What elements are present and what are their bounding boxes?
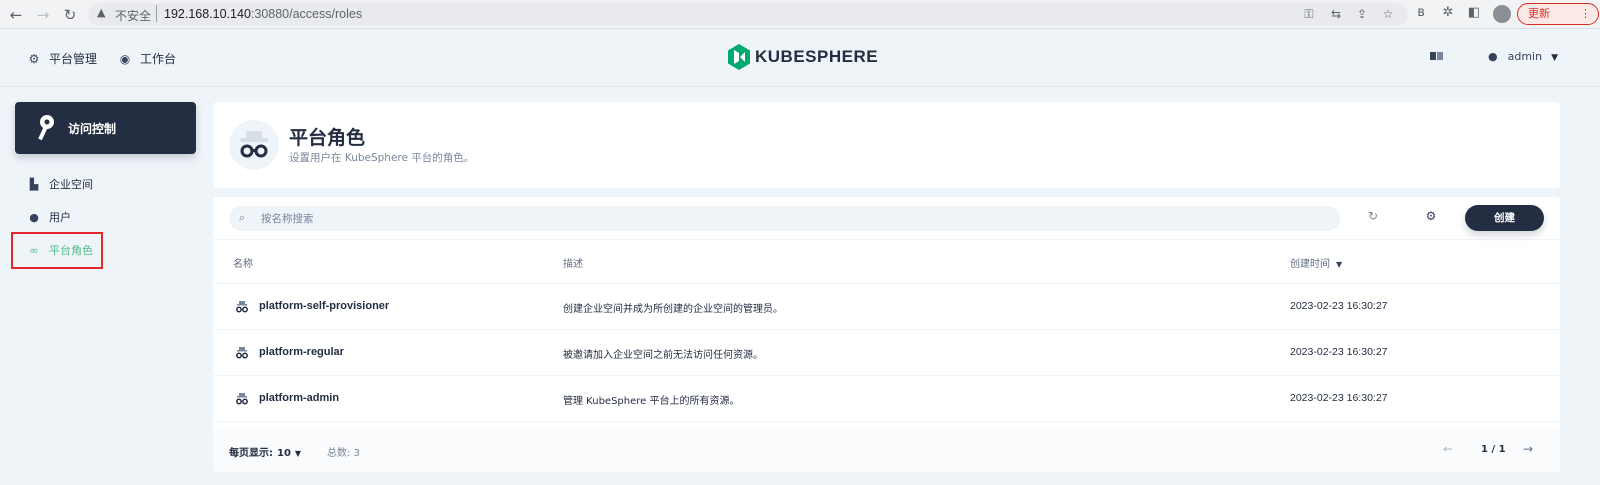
- kubesphere-logo-icon: [728, 44, 750, 70]
- total-count: 总数: 3: [327, 448, 360, 459]
- sidebar-title: 访问控制: [68, 122, 117, 136]
- enterprise-icon: ▙: [29, 178, 39, 191]
- roles-table-panel: ⌕ ↻ ⚙ 创建 名称 描述 创建时间▼ platform-self-provi…: [213, 197, 1560, 472]
- gear-icon: ⚙: [28, 52, 40, 66]
- back-arrow-icon[interactable]: ←: [6, 5, 26, 25]
- role-description: 被邀请加入企业空间之前无法访问任何资源。: [563, 350, 763, 361]
- page-title: 平台角色: [289, 127, 366, 149]
- translate-icon[interactable]: ⇆: [1328, 7, 1344, 21]
- chevron-down-icon: ▼: [294, 449, 302, 458]
- column-header-name[interactable]: 名称: [233, 255, 253, 270]
- search-input[interactable]: [261, 209, 1261, 228]
- nav-workbench[interactable]: ◉ 工作台: [118, 50, 176, 67]
- role-name[interactable]: platform-admin: [259, 392, 339, 404]
- column-header-created[interactable]: 创建时间 ▼: [1290, 255, 1342, 270]
- role-created-time: 2023-02-23 16:30:27: [1290, 300, 1388, 312]
- warning-icon: ▲: [97, 6, 106, 19]
- role-icon: [236, 347, 248, 359]
- search-icon: ⌕: [239, 211, 246, 224]
- page-indicator: 1 / 1: [1481, 444, 1506, 455]
- role-description: 创建企业空间并成为所创建的企业空间的管理员。: [563, 304, 783, 315]
- address-separator: [156, 5, 157, 22]
- docs-icon[interactable]: [1430, 51, 1444, 61]
- update-button[interactable]: 更新 ⋮: [1517, 3, 1599, 25]
- sidebar-item-workspaces[interactable]: ▙ 企业空间: [27, 177, 93, 193]
- table-toolbar: ⌕ ↻ ⚙ 创建: [213, 197, 1560, 240]
- user-icon: ●: [29, 211, 39, 224]
- sidebar-item-users[interactable]: ● 用户: [27, 210, 71, 226]
- role-name[interactable]: platform-regular: [259, 346, 344, 358]
- sidebar-header-card: 访问控制: [15, 102, 196, 154]
- search-box[interactable]: ⌕: [229, 206, 1340, 231]
- browser-toolbar: ← → ↻ ▲ 不安全 192.168.10.140:30880/access/…: [0, 0, 1600, 29]
- role-icon: [236, 393, 248, 405]
- nav-platform-management[interactable]: ⚙ 平台管理: [27, 50, 97, 67]
- previous-page-icon[interactable]: ←: [1443, 442, 1453, 456]
- reload-icon[interactable]: ↻: [60, 5, 80, 25]
- url-text[interactable]: 192.168.10.140:30880/access/roles: [164, 7, 362, 21]
- role-created-time: 2023-02-23 16:30:27: [1290, 392, 1388, 404]
- brand-name: KUBESPHERE: [755, 47, 879, 66]
- role-created-time: 2023-02-23 16:30:27: [1290, 346, 1388, 358]
- next-page-icon[interactable]: →: [1523, 442, 1533, 456]
- bookmark-star-icon[interactable]: ☆: [1380, 7, 1396, 21]
- role-spy-icon: [229, 120, 279, 170]
- key-icon[interactable]: ⚿: [1301, 7, 1317, 22]
- user-menu[interactable]: ● admin ▼: [1488, 50, 1558, 63]
- column-header-description: 描述: [563, 259, 583, 270]
- create-button[interactable]: 创建: [1465, 205, 1544, 231]
- insecure-label: 不安全: [115, 9, 152, 23]
- forward-arrow-icon[interactable]: →: [33, 5, 53, 25]
- page-description: 设置用户在 KubeSphere 平台的角色。: [289, 152, 475, 164]
- highlight-annotation-box: [11, 232, 103, 269]
- dashboard-icon: ◉: [119, 52, 131, 66]
- address-bar[interactable]: ▲ 不安全 192.168.10.140:30880/access/roles …: [88, 3, 1408, 26]
- role-name[interactable]: platform-self-provisioner: [259, 300, 389, 312]
- table-row[interactable]: platform-self-provisioner 创建企业空间并成为所创建的企…: [213, 284, 1560, 330]
- settings-gear-icon[interactable]: ⚙: [1423, 209, 1439, 223]
- side-panel-icon[interactable]: ◧: [1465, 5, 1483, 20]
- sort-caret-icon[interactable]: ▼: [1336, 260, 1342, 269]
- per-page-select[interactable]: 每页显示: 10 ▼: [229, 444, 301, 459]
- puzzle-icon[interactable]: ✲: [1439, 5, 1457, 20]
- profile-avatar[interactable]: [1493, 5, 1511, 23]
- refresh-icon[interactable]: ↻: [1365, 209, 1381, 223]
- table-header: 名称 描述 创建时间 ▼: [213, 240, 1560, 284]
- page-banner: 平台角色 设置用户在 KubeSphere 平台的角色。: [213, 102, 1560, 188]
- chevron-down-icon: ▼: [1551, 53, 1558, 63]
- table-row[interactable]: platform-regular 被邀请加入企业空间之前无法访问任何资源。 20…: [213, 330, 1560, 376]
- user-icon: ●: [1488, 50, 1498, 63]
- table-row[interactable]: platform-admin 管理 KubeSphere 平台上的所有资源。 2…: [213, 376, 1560, 422]
- table-footer: 每页显示: 10 ▼ 总数: 3 ← 1 / 1 →: [213, 430, 1560, 472]
- extension-b-icon[interactable]: ʙ: [1412, 5, 1430, 20]
- role-icon: [236, 301, 248, 313]
- role-description: 管理 KubeSphere 平台上的所有资源。: [563, 396, 740, 407]
- app-header: ⚙ 平台管理 ◉ 工作台 KUBESPHERE ● admin ▼: [0, 29, 1600, 87]
- key-icon: [38, 115, 54, 141]
- share-icon[interactable]: ⇪: [1354, 7, 1370, 21]
